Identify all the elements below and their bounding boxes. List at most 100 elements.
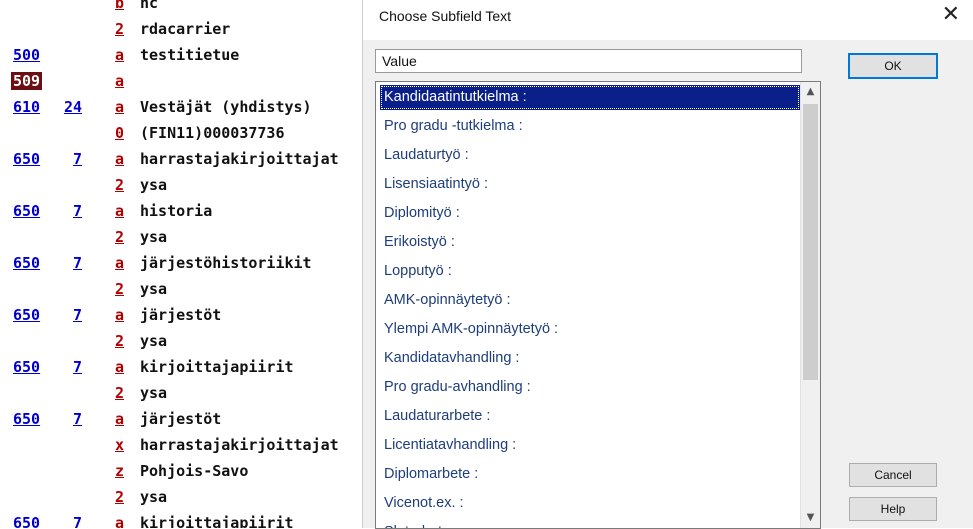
subfield-value[interactable]: järjestöhistoriikit <box>140 254 312 272</box>
subfield-code[interactable]: a <box>115 202 124 220</box>
list-item[interactable]: Laudaturtyö : <box>380 143 800 168</box>
marc-tag[interactable]: 650 <box>13 254 40 272</box>
marc-tag[interactable]: 610 <box>13 98 40 116</box>
marc-tag[interactable]: 650 <box>13 410 40 428</box>
list-item[interactable]: AMK-opinnäytetyö : <box>380 288 800 313</box>
marc-field-row[interactable]: 650 7 a kirjoittajapiirit <box>0 356 370 382</box>
subfield-code[interactable]: a <box>115 254 124 272</box>
subfield-code[interactable]: a <box>115 98 124 116</box>
marc-field-row[interactable]: 2 ysa <box>0 330 370 356</box>
marc-field-row[interactable]: x harrastajakirjoittajat <box>0 434 370 460</box>
subfield-value-list[interactable]: Kandidaatintutkielma : Pro gradu -tutkiel… <box>375 81 821 529</box>
subfield-value[interactable]: historia <box>140 202 212 220</box>
subfield-code[interactable]: a <box>115 306 124 324</box>
subfield-value[interactable]: Vestäjät (yhdistys) <box>140 98 312 116</box>
marc-indicator[interactable]: 7 <box>60 358 82 376</box>
subfield-code[interactable]: 2 <box>115 332 124 350</box>
subfield-code[interactable]: z <box>115 462 124 480</box>
subfield-code[interactable]: 0 <box>115 124 124 142</box>
subfield-code[interactable]: 2 <box>115 488 124 506</box>
subfield-code[interactable]: 2 <box>115 20 124 38</box>
list-item[interactable]: Erikoistyö : <box>380 230 800 255</box>
marc-indicator[interactable]: 7 <box>60 410 82 428</box>
list-item[interactable]: Laudaturarbete : <box>380 404 800 429</box>
subfield-value[interactable]: harrastajakirjoittajat <box>140 436 339 454</box>
subfield-code[interactable]: a <box>115 72 124 90</box>
marc-field-row[interactable]: 509 a <box>0 70 370 96</box>
marc-field-row[interactable]: b nc <box>0 0 370 18</box>
marc-field-row[interactable]: 650 7 a kirjoittajapiirit <box>0 512 370 528</box>
subfield-code[interactable]: a <box>115 514 124 528</box>
list-item[interactable]: Pro gradu -tutkielma : <box>380 114 800 139</box>
subfield-value[interactable]: Pohjois-Savo <box>140 462 248 480</box>
marc-field-row[interactable]: 610 24 a Vestäjät (yhdistys) <box>0 96 370 122</box>
subfield-code[interactable]: 2 <box>115 280 124 298</box>
close-icon[interactable]: ✕ <box>942 2 960 27</box>
subfield-value[interactable]: ysa <box>140 228 167 246</box>
marc-field-row[interactable]: 650 7 a harrastajakirjoittajat <box>0 148 370 174</box>
list-item[interactable]: Lisensiaatintyö : <box>380 172 800 197</box>
marc-tag[interactable]: 650 <box>13 514 40 528</box>
marc-field-row[interactable]: 2 ysa <box>0 174 370 200</box>
subfield-code[interactable]: a <box>115 410 124 428</box>
subfield-value[interactable]: kirjoittajapiirit <box>140 514 294 528</box>
marc-indicator[interactable]: 7 <box>60 202 82 220</box>
subfield-value[interactable]: järjestöt <box>140 306 221 324</box>
list-item[interactable]: Diplomarbete : <box>380 462 800 487</box>
subfield-code[interactable]: a <box>115 46 124 64</box>
subfield-value[interactable]: (FIN11)000037736 <box>140 124 285 142</box>
scroll-down-icon[interactable]: ▼ <box>801 508 820 528</box>
marc-field-row[interactable]: 650 7 a järjestöt <box>0 304 370 330</box>
subfield-value[interactable]: ysa <box>140 280 167 298</box>
marc-indicator[interactable]: 24 <box>60 98 82 116</box>
scroll-thumb[interactable] <box>803 104 818 380</box>
marc-field-row[interactable]: 2 ysa <box>0 278 370 304</box>
marc-tag[interactable]: 650 <box>13 202 40 220</box>
subfield-value[interactable]: ysa <box>140 488 167 506</box>
subfield-value[interactable]: kirjoittajapiirit <box>140 358 294 376</box>
list-scrollbar[interactable]: ▲ ▼ <box>800 82 820 528</box>
subfield-code[interactable]: a <box>115 358 124 376</box>
list-item[interactable]: Diplomityö : <box>380 201 800 226</box>
subfield-value[interactable]: ysa <box>140 384 167 402</box>
list-item[interactable]: Vicenot.ex. : <box>380 491 800 516</box>
marc-indicator[interactable]: 7 <box>60 306 82 324</box>
marc-tag[interactable]: 509 <box>11 72 43 90</box>
subfield-value[interactable]: nc <box>140 0 158 12</box>
marc-field-row[interactable]: 2 rdacarrier <box>0 18 370 44</box>
marc-field-row[interactable]: 2 ysa <box>0 486 370 512</box>
value-column-header[interactable]: Value <box>375 49 802 73</box>
list-item[interactable]: Ylempi AMK-opinnäytetyö : <box>380 317 800 342</box>
marc-tag[interactable]: 650 <box>13 358 40 376</box>
marc-field-row[interactable]: 650 7 a järjestöhistoriikit <box>0 252 370 278</box>
help-button[interactable]: Help <box>849 497 937 521</box>
marc-indicator[interactable]: 7 <box>60 254 82 272</box>
marc-field-row[interactable]: 650 7 a historia <box>0 200 370 226</box>
subfield-value[interactable]: testitietue <box>140 46 239 64</box>
subfield-code[interactable]: a <box>115 150 124 168</box>
subfield-value[interactable]: ysa <box>140 332 167 350</box>
list-item[interactable]: Kandidatavhandling : <box>380 346 800 371</box>
marc-field-row[interactable]: 2 ysa <box>0 226 370 252</box>
subfield-code[interactable]: 2 <box>115 384 124 402</box>
subfield-code[interactable]: 2 <box>115 228 124 246</box>
subfield-value[interactable]: rdacarrier <box>140 20 230 38</box>
subfield-value[interactable]: järjestöt <box>140 410 221 428</box>
subfield-code[interactable]: b <box>115 0 124 12</box>
subfield-value[interactable]: harrastajakirjoittajat <box>140 150 339 168</box>
marc-tag[interactable]: 650 <box>13 306 40 324</box>
cancel-button[interactable]: Cancel <box>849 463 937 487</box>
list-item[interactable]: Licentiatavhandling : <box>380 433 800 458</box>
list-item[interactable]: Kandidaatintutkielma : <box>380 85 800 110</box>
subfield-code[interactable]: x <box>115 436 124 454</box>
marc-tag[interactable]: 650 <box>13 150 40 168</box>
list-item[interactable]: Lopputyö : <box>380 259 800 284</box>
marc-indicator[interactable]: 7 <box>60 150 82 168</box>
marc-field-row[interactable]: 650 7 a järjestöt <box>0 408 370 434</box>
marc-field-row[interactable]: 500 a testitietue <box>0 44 370 70</box>
list-item[interactable]: Pro gradu-avhandling : <box>380 375 800 400</box>
marc-field-row[interactable]: z Pohjois-Savo <box>0 460 370 486</box>
marc-indicator[interactable]: 7 <box>60 514 82 528</box>
marc-field-row[interactable]: 0 (FIN11)000037736 <box>0 122 370 148</box>
ok-button[interactable]: OK <box>848 53 938 79</box>
